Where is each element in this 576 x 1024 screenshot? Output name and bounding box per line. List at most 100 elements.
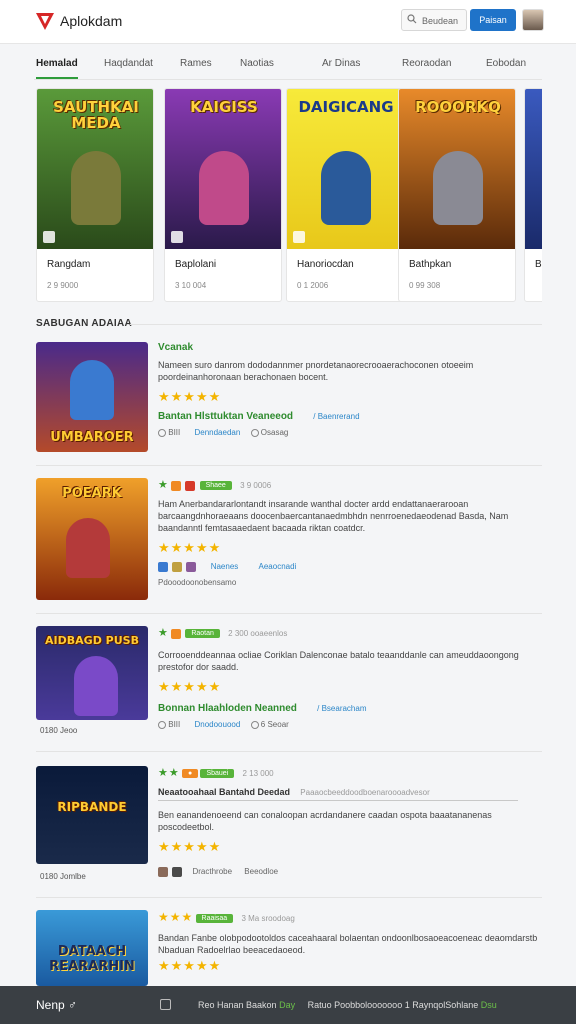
tab-naotias[interactable]: Naotias bbox=[240, 58, 274, 69]
item-tags: Bantan Hlsttuktan Veaneeod bbox=[158, 411, 294, 422]
footer-link-group[interactable]: Ratuo Poobbolooooooo 1 Rayn​qolSohlane bbox=[308, 1000, 479, 1010]
square-icon[interactable] bbox=[160, 999, 171, 1010]
footer-links[interactable]: Reo Hanan Baakon Day Ratuo Poobboloooooo… bbox=[198, 1000, 497, 1010]
game-thumbnail[interactable]: DATAACH REARARHIN bbox=[36, 910, 148, 986]
item-meta-link[interactable]: Dnodoouood bbox=[194, 720, 240, 729]
item-title[interactable]: Vcanak bbox=[158, 342, 542, 353]
divider bbox=[130, 324, 542, 325]
featured-carousel[interactable]: SAUTHKAI MEDA Rangdam 2 9 9000 KAIGISS B… bbox=[36, 88, 542, 304]
section-title: SABUGAN ADAIAA bbox=[36, 318, 133, 329]
tab-ar-dinas[interactable]: Ar Dinas bbox=[322, 58, 360, 69]
character-figure bbox=[433, 151, 483, 225]
featured-card[interactable]: DAIGICANG Hanoriocdan 0 1 2006 bbox=[286, 88, 404, 302]
item-meta-link[interactable]: Denndaedan bbox=[194, 428, 240, 437]
logo-icon[interactable] bbox=[34, 10, 56, 32]
platform-icon bbox=[171, 231, 183, 243]
platform-icon bbox=[293, 231, 305, 243]
game-thumbnail[interactable]: POEARK bbox=[36, 478, 148, 600]
card-meta: 0 1 2006 bbox=[297, 281, 329, 290]
status-badge: Sbauei bbox=[200, 769, 235, 779]
item-body: Vcanak Nameen suro danrom dododannmer pn… bbox=[158, 342, 542, 437]
item-heading[interactable]: Neaatooahaal Bantahd Deedad bbox=[158, 787, 290, 797]
circle-icon bbox=[158, 428, 166, 437]
item-tags: Bonnan Hlaahloden Neanned bbox=[158, 703, 297, 714]
list-item[interactable]: AIDBAGD PUSB 0180 Jeoo ★ Raotan 2 300 oo… bbox=[36, 626, 542, 752]
list-item[interactable]: POEARK ★ Shaee 3 9 0006 Ham Anerbandarar… bbox=[36, 478, 542, 614]
cover-title: KAIGISS bbox=[190, 98, 258, 116]
item-link[interactable]: / Baenrerand bbox=[313, 412, 359, 421]
game-cover-image: DAIGICANG bbox=[287, 89, 403, 249]
card-title[interactable]: Hanoriocdan bbox=[297, 259, 354, 270]
item-date: 2 13 000 bbox=[242, 769, 274, 778]
card-title[interactable]: Rangdam bbox=[47, 259, 90, 270]
cover-title: ROOORKQ bbox=[415, 98, 501, 116]
status-badge: Raaisaa bbox=[195, 914, 234, 924]
card-meta: 3 10 004 bbox=[175, 281, 207, 290]
item-description: Ham Anerbandararlontandt insarande wanth… bbox=[158, 499, 509, 533]
featured-card[interactable]: SAUTHKAI MEDA Rangdam 2 9 9000 bbox=[36, 88, 154, 302]
footer-highlight[interactable]: Dsu bbox=[481, 1000, 497, 1010]
card-title[interactable]: Bi bbox=[535, 259, 542, 270]
brand-name[interactable]: Aplokdam bbox=[60, 13, 122, 29]
item-body: ★ Raotan 2 300 ooaeenlos Corrooenddeanna… bbox=[158, 626, 542, 729]
footer-brand[interactable]: Nenp ♂ bbox=[36, 998, 77, 1012]
character-figure bbox=[321, 151, 371, 225]
featured-card[interactable]: KAIGISS Baplolani 3 10 004 bbox=[164, 88, 282, 302]
game-thumbnail[interactable]: AIDBAGD PUSB bbox=[36, 626, 148, 720]
list-item[interactable]: UMBAROER Vcanak Nameen suro danrom dodod… bbox=[36, 342, 542, 466]
tab-reoraodan[interactable]: Reoraodan bbox=[402, 58, 451, 69]
platform-icon bbox=[43, 231, 55, 243]
avatar[interactable] bbox=[522, 9, 544, 31]
thumbnail-title: AIDBAGD PUSB bbox=[45, 634, 139, 647]
item-meta: Beeodloe bbox=[244, 867, 279, 877]
star-icon: ★ bbox=[158, 627, 169, 639]
item-date: 2 300 ooaeenlos bbox=[228, 629, 288, 638]
star-rating: ★★★★★ bbox=[158, 389, 222, 404]
tab-eobodan[interactable]: Eobodan bbox=[486, 58, 526, 69]
brand-glyph-icon: ♂ bbox=[68, 998, 78, 1012]
item-meta: 6 Seoar bbox=[260, 720, 289, 729]
footer-link-group[interactable]: Reo Hanan Baakon bbox=[198, 1000, 277, 1010]
circle-icon bbox=[158, 720, 166, 729]
tab-haqdandat[interactable]: Haqdandat bbox=[104, 58, 153, 69]
featured-card[interactable]: ROOORKQ Bathpkan 0 99 308 bbox=[398, 88, 516, 302]
card-title[interactable]: Baplolani bbox=[175, 259, 216, 270]
character-figure bbox=[199, 151, 249, 225]
item-link[interactable]: / Bsearacham bbox=[317, 704, 366, 713]
status-badge: Shaee bbox=[199, 481, 232, 491]
game-cover-image: SAUTHKAI MEDA bbox=[37, 89, 153, 249]
item-heading-tail: Paaaocbeeddoodboenaroooadvesor bbox=[300, 788, 430, 797]
avatar-icon bbox=[186, 562, 197, 572]
avatar-icon bbox=[172, 867, 183, 877]
list-item[interactable]: RIPBANDE 0180 Jomlbe ★★ ● Sbauei 2 13 00… bbox=[36, 766, 542, 898]
category-tabs: Hemalad Haqdandat Rames Naotias Ar Dinas… bbox=[34, 52, 542, 80]
character-figure bbox=[70, 360, 114, 420]
tab-rames[interactable]: Rames bbox=[180, 58, 212, 69]
fire-icon bbox=[171, 628, 182, 639]
item-body: ★★★ Raaisaa 3 Ma sroodoag Bandan Fanbe o… bbox=[158, 910, 542, 974]
card-meta: 0 99 308 bbox=[409, 281, 441, 290]
item-date: 3 9 0006 bbox=[240, 481, 272, 490]
footer-highlight[interactable]: Day bbox=[279, 1000, 295, 1010]
status-badge: Raotan bbox=[185, 629, 220, 639]
star-rating: ★★★★★ bbox=[158, 958, 222, 973]
game-thumbnail[interactable]: UMBAROER bbox=[36, 342, 148, 452]
item-body: ★ Shaee 3 9 0006 Ham Anerbandararlontand… bbox=[158, 478, 542, 587]
featured-card[interactable]: Bi bbox=[524, 88, 542, 302]
thumbnail-title: POEARK bbox=[62, 486, 122, 501]
primary-button[interactable]: Paisan bbox=[470, 9, 516, 31]
item-meta-link[interactable]: Aeaocnadi bbox=[259, 562, 297, 571]
item-description: Ben eanandenoeend can conaloopan acrdand… bbox=[158, 810, 492, 832]
card-title[interactable]: Bathpkan bbox=[409, 259, 451, 270]
item-meta-link[interactable]: Naenes bbox=[211, 562, 239, 571]
hot-badge: ● bbox=[181, 769, 199, 779]
thumbnail-caption: 0180 Jeoo bbox=[40, 726, 78, 735]
footer-bar: Nenp ♂ Reo Hanan Baakon Day Ratuo Poobbo… bbox=[0, 986, 576, 1024]
game-thumbnail[interactable]: RIPBANDE bbox=[36, 766, 148, 864]
character-figure bbox=[74, 656, 118, 716]
list-item[interactable]: DATAACH REARARHIN ★★★ Raaisaa 3 Ma srood… bbox=[36, 910, 542, 986]
tab-hemalad[interactable]: Hemalad bbox=[36, 58, 78, 79]
character-figure bbox=[71, 151, 121, 225]
card-meta: 2 9 9000 bbox=[47, 281, 79, 290]
item-body: ★★ ● Sbauei 2 13 000 Neaatooahaal Bantah… bbox=[158, 766, 542, 877]
